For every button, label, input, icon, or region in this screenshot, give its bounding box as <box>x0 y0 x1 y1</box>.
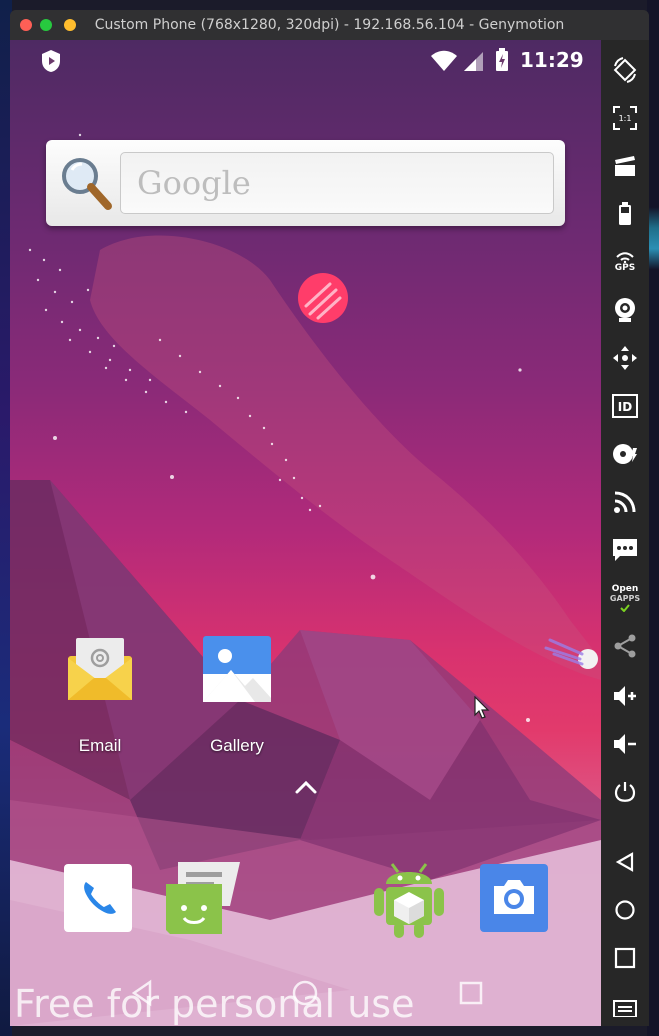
signal-icon <box>464 52 483 71</box>
messaging-icon[interactable] <box>160 858 242 938</box>
sms-button[interactable] <box>605 530 645 570</box>
search-input[interactable]: Google <box>120 152 554 214</box>
disk-button[interactable] <box>605 434 645 474</box>
home-icon <box>615 900 635 920</box>
disk-icon <box>613 444 637 464</box>
rotate-icon <box>613 57 637 83</box>
move-icon <box>613 346 637 370</box>
share-icon <box>614 634 636 658</box>
chevron-up-icon[interactable] <box>293 778 319 798</box>
webcam-icon <box>615 298 635 322</box>
rotate-button[interactable] <box>605 50 645 90</box>
back-icon <box>615 852 634 872</box>
app-email[interactable]: Email <box>50 634 150 756</box>
scale-icon: 1:1 <box>613 106 637 130</box>
watermark-text: Free for personal use <box>14 982 415 1026</box>
menu-icon <box>613 1000 637 1017</box>
status-bar: 11:29 <box>10 40 601 80</box>
camera-icon[interactable] <box>480 864 548 932</box>
volume-up-icon <box>614 686 636 706</box>
recent-apps-icon <box>614 947 636 969</box>
genymotion-window: Custom Phone (768x1280, 320dpi) - 192.16… <box>10 10 649 1026</box>
app-gallery[interactable]: Gallery <box>187 634 287 756</box>
opengapps-icon <box>620 604 630 612</box>
android-app-icon[interactable] <box>372 854 446 940</box>
sidebar-menu-button[interactable] <box>605 986 645 1026</box>
android-screen[interactable]: 11:29 Google Email Gallery Free for pers… <box>10 40 601 1026</box>
shield-icon <box>42 50 60 72</box>
share-button[interactable] <box>605 626 645 666</box>
remote-control-button[interactable] <box>605 482 645 522</box>
opengapps-label: Open <box>611 584 639 594</box>
move-button[interactable] <box>605 338 645 378</box>
battery-icon <box>619 202 631 225</box>
sidebar-back-button[interactable] <box>605 842 645 882</box>
email-icon[interactable] <box>64 634 136 702</box>
window-title: Custom Phone (768x1280, 320dpi) - 192.16… <box>94 17 565 33</box>
scale-button[interactable]: 1:1 <box>605 98 645 138</box>
status-clock: 11:29 <box>520 48 584 72</box>
search-icon[interactable] <box>58 154 114 212</box>
sidebar-home-button[interactable] <box>605 890 645 930</box>
remote-control-icon <box>614 491 636 513</box>
identifiers-label: ID <box>618 400 632 414</box>
screencast-icon <box>615 156 635 176</box>
gps-button[interactable]: GPS <box>605 242 645 282</box>
identifiers-button[interactable]: ID <box>605 386 645 426</box>
gps-label: GPS <box>614 263 636 273</box>
phone-icon[interactable] <box>64 864 132 932</box>
identifiers-icon: ID <box>612 394 638 418</box>
power-button[interactable] <box>605 772 645 812</box>
app-label: Gallery <box>210 736 264 755</box>
google-search-widget[interactable]: Google <box>46 140 565 226</box>
sms-icon <box>613 539 637 561</box>
scale-label: 1:1 <box>619 114 632 123</box>
screencast-button[interactable] <box>605 146 645 186</box>
window-titlebar[interactable]: Custom Phone (768x1280, 320dpi) - 192.16… <box>10 10 649 40</box>
wifi-icon <box>431 50 457 71</box>
volume-down-icon <box>614 734 636 754</box>
sidebar-recent-apps-button[interactable] <box>605 938 645 978</box>
gps-icon <box>616 252 634 263</box>
mouse-cursor-icon <box>474 696 490 719</box>
power-icon <box>614 782 636 802</box>
app-label: Email <box>78 736 122 755</box>
recent-apps-icon[interactable] <box>456 978 486 1008</box>
gallery-icon[interactable] <box>201 634 273 702</box>
search-hint: Google <box>137 164 251 202</box>
battery-button[interactable] <box>605 194 645 234</box>
opengapps-sublabel: GAPPS <box>609 594 641 603</box>
battery-charging-icon <box>496 48 508 71</box>
opengapps-button[interactable]: Open GAPPS <box>605 578 645 618</box>
volume-up-button[interactable] <box>605 676 645 716</box>
webcam-button[interactable] <box>605 290 645 330</box>
genymotion-toolbar: 1:1 GPS ID Open GAPPS <box>601 40 649 1026</box>
volume-down-button[interactable] <box>605 724 645 764</box>
